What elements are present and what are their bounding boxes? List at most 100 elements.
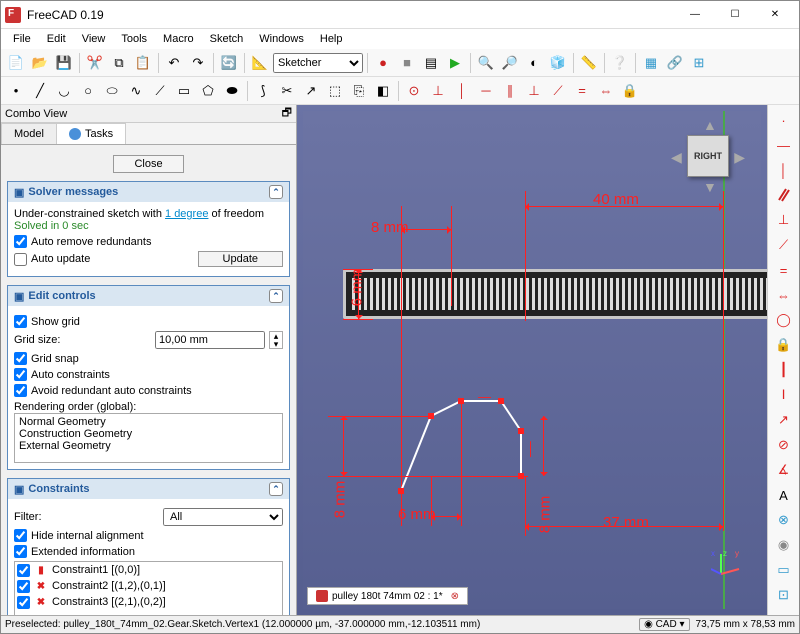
- avoid-redundant-check[interactable]: Avoid redundant auto constraints: [14, 384, 192, 397]
- menu-tools[interactable]: Tools: [113, 33, 155, 45]
- menu-help[interactable]: Help: [312, 33, 351, 45]
- constraint-item[interactable]: ▮Constraint1 [(0,0)]: [15, 562, 282, 578]
- angle-icon[interactable]: ∡: [772, 459, 796, 481]
- auto-remove-check[interactable]: Auto remove redundants: [14, 235, 151, 248]
- menu-sketch[interactable]: Sketch: [202, 33, 252, 45]
- nav-mode[interactable]: ◉ CAD ▾: [639, 618, 689, 631]
- arc-icon[interactable]: ◡: [53, 80, 75, 102]
- slot-icon[interactable]: ⬬: [221, 80, 243, 102]
- dist-v-icon[interactable]: Ⅰ: [772, 384, 796, 406]
- sketch-vertex[interactable]: [428, 413, 434, 419]
- sketch-vertex[interactable]: [518, 428, 524, 434]
- fillet-icon[interactable]: ⟆: [252, 80, 274, 102]
- tab-tasks[interactable]: Tasks: [56, 123, 126, 144]
- record-macro-icon[interactable]: ●: [372, 52, 394, 74]
- hide-internal-check[interactable]: Hide internal alignment: [14, 529, 144, 542]
- parallel-icon[interactable]: ∥: [499, 80, 521, 102]
- navcube-left-icon[interactable]: ◀: [671, 149, 682, 166]
- maximize-button[interactable]: ☐: [715, 1, 755, 29]
- distance-icon[interactable]: ↗: [772, 409, 796, 431]
- toggle-active-icon[interactable]: ◉: [772, 534, 796, 556]
- block-icon[interactable]: 🔒: [619, 80, 641, 102]
- collapse-icon[interactable]: ⌃: [269, 482, 283, 496]
- document-tab[interactable]: pulley 180t 74mm 02 : 1* ⊗: [307, 587, 468, 605]
- equal-icon[interactable]: =: [772, 259, 796, 281]
- navigation-cube[interactable]: ▲ ◀ ▶ ▼ RIGHT: [673, 121, 743, 191]
- rect-icon[interactable]: ▭: [173, 80, 195, 102]
- grid-snap-check[interactable]: Grid snap: [14, 352, 79, 365]
- perpendicular-icon[interactable]: ⊥: [523, 80, 545, 102]
- tangent-icon[interactable]: ⟋: [772, 234, 796, 256]
- grid-size-input[interactable]: [155, 331, 265, 349]
- extended-info-check[interactable]: Extended information: [14, 545, 135, 558]
- navcube-right-icon[interactable]: ▶: [734, 149, 745, 166]
- polyline-icon[interactable]: ⟋: [149, 80, 171, 102]
- extend-icon[interactable]: ↗: [300, 80, 322, 102]
- collapse-icon[interactable]: ⌃: [269, 185, 283, 199]
- edit-heading[interactable]: ▣Edit controls ⌃: [8, 286, 289, 306]
- carbon-copy-icon[interactable]: ⎘: [348, 80, 370, 102]
- copy-icon[interactable]: ⧉: [108, 52, 130, 74]
- toggle-ref-icon[interactable]: ⊗: [772, 509, 796, 531]
- menu-windows[interactable]: Windows: [251, 33, 312, 45]
- open-icon[interactable]: 📂: [29, 52, 51, 74]
- undo-icon[interactable]: ↶: [163, 52, 185, 74]
- dof-link[interactable]: 1 degree: [165, 208, 208, 220]
- constraint-list[interactable]: ▮Constraint1 [(0,0)] ✖Constraint2 [(1,2)…: [14, 561, 283, 615]
- coincident-icon[interactable]: ·: [772, 109, 796, 131]
- navcube-up-icon[interactable]: ▲: [703, 117, 717, 133]
- auto-constraints-check[interactable]: Auto constraints: [14, 368, 110, 381]
- macros-icon[interactable]: ▤: [420, 52, 442, 74]
- perpendicular-icon[interactable]: ⊥: [772, 209, 796, 231]
- tangent-icon[interactable]: ⟋: [547, 80, 569, 102]
- draw-style-icon[interactable]: ◐: [523, 52, 545, 74]
- select-conflict-icon[interactable]: ⊡: [772, 584, 796, 606]
- horizontal-icon[interactable]: —: [772, 134, 796, 156]
- sketch-vertex[interactable]: [398, 488, 404, 494]
- block-icon[interactable]: ◯: [772, 309, 796, 331]
- constraint-item[interactable]: ✖Constraint3 [(2,1),(0,2)]: [15, 594, 282, 610]
- zoom-fit-icon[interactable]: 🔍: [475, 52, 497, 74]
- circle-icon[interactable]: ○: [77, 80, 99, 102]
- bspline-icon[interactable]: ∿: [125, 80, 147, 102]
- update-button[interactable]: Update: [198, 251, 283, 267]
- dist-h-icon[interactable]: ┃: [772, 359, 796, 381]
- combo-close-icon[interactable]: 🗗: [282, 105, 292, 123]
- menu-view[interactable]: View: [74, 33, 114, 45]
- show-grid-check[interactable]: Show grid: [14, 315, 80, 328]
- whatsthis-icon[interactable]: ❔: [609, 52, 631, 74]
- radius-icon[interactable]: ⊘: [772, 434, 796, 456]
- menu-macro[interactable]: Macro: [155, 33, 202, 45]
- sketch-vertex[interactable]: [498, 398, 504, 404]
- close-button[interactable]: ✕: [755, 1, 795, 29]
- view-icon[interactable]: ▦: [640, 52, 662, 74]
- navcube-face[interactable]: RIGHT: [687, 135, 729, 177]
- vertical-icon[interactable]: │: [451, 80, 473, 102]
- trim-icon[interactable]: ✂: [276, 80, 298, 102]
- solver-heading[interactable]: ▣Solver messages ⌃: [8, 182, 289, 202]
- horiz-icon[interactable]: ─: [475, 80, 497, 102]
- equal-icon[interactable]: =: [571, 80, 593, 102]
- select-icon[interactable]: ▭: [772, 559, 796, 581]
- menu-edit[interactable]: Edit: [39, 33, 74, 45]
- auto-update-check[interactable]: Auto update: [14, 253, 90, 266]
- redo-icon[interactable]: ↷: [187, 52, 209, 74]
- new-icon[interactable]: 📄: [5, 52, 27, 74]
- symmetric-icon[interactable]: ⇔: [595, 80, 617, 102]
- point-icon[interactable]: •: [5, 80, 27, 102]
- lock-icon[interactable]: 🔒: [772, 334, 796, 356]
- cut-icon[interactable]: ✂️: [84, 52, 106, 74]
- close-tab-icon[interactable]: ⊗: [451, 591, 459, 602]
- vertical-icon[interactable]: │: [772, 159, 796, 181]
- refresh-icon[interactable]: 🔄: [218, 52, 240, 74]
- construction-icon[interactable]: ◧: [372, 80, 394, 102]
- ellipse-icon[interactable]: ⬭: [101, 80, 123, 102]
- minimize-button[interactable]: —: [675, 1, 715, 29]
- spinner-icon[interactable]: ▴▾: [269, 331, 283, 349]
- exec-macro-icon[interactable]: ▶: [444, 52, 466, 74]
- zoom-sel-icon[interactable]: 🔎: [499, 52, 521, 74]
- workbench-selector[interactable]: Sketcher: [273, 53, 363, 73]
- snell-icon[interactable]: A: [772, 484, 796, 506]
- external-icon[interactable]: ⬚: [324, 80, 346, 102]
- group-icon[interactable]: ⊞: [688, 52, 710, 74]
